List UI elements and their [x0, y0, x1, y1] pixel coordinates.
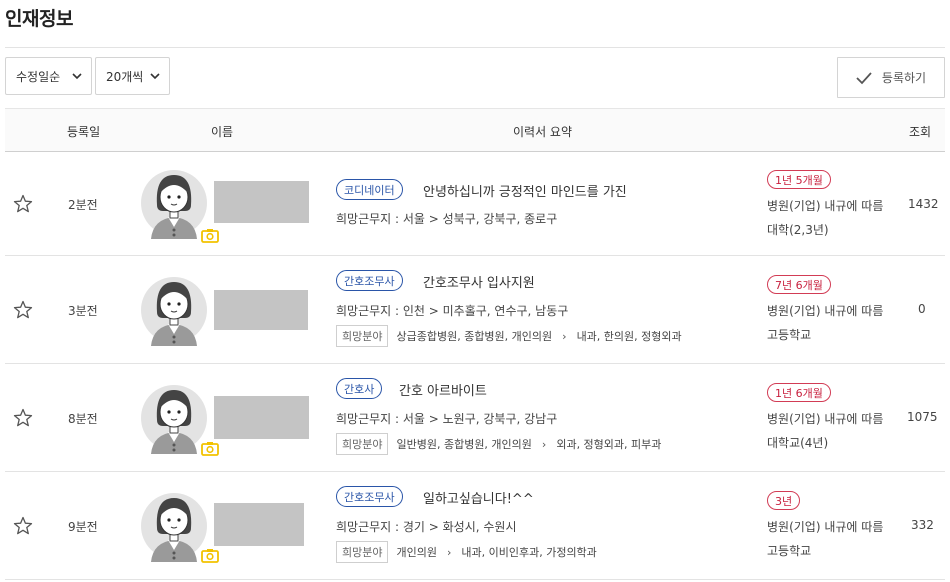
table-row[interactable]: 9분전 간호조무사 일하고싶습니다!^^ 희망근무지 : 경기 > 화성시, 수…: [5, 472, 945, 580]
view-count: 0: [918, 302, 926, 316]
desired-field: 희망분야 개인의원 › 내과, 이비인후과, 가정의학과: [336, 541, 597, 563]
name-placeholder: [214, 290, 308, 330]
career-badge: 3년: [767, 491, 801, 510]
arrow-right-icon: ›: [541, 437, 547, 451]
sort-select-value: 수정일순: [16, 69, 61, 84]
field-types: 개인의원: [396, 546, 437, 559]
avatar: [141, 493, 207, 562]
count-select-value: 20개씩: [106, 69, 144, 84]
field-types: 상급종합병원, 종합병원, 개인의원: [396, 330, 553, 343]
field-types: 일반병원, 종합병원, 개인의원: [396, 438, 532, 451]
table-header: 등록일 이름 이력서 요약 조회: [5, 108, 945, 152]
field-departments: 내과, 이비인후과, 가정의학과: [461, 546, 597, 559]
field-badge: 희망분야: [336, 325, 389, 347]
resume-headline[interactable]: 일하고싶습니다!^^: [423, 488, 534, 507]
career-badge: 1년 5개월: [767, 170, 831, 189]
page-title: 인재정보: [5, 8, 73, 30]
desired-field: 희망분야 상급종합병원, 종합병원, 개인의원 › 내과, 한의원, 정형외과: [336, 325, 682, 347]
title-divider: [5, 47, 945, 48]
avatar: [141, 277, 207, 346]
career-badge: 1년 6개월: [767, 383, 831, 402]
education-text: 대학교(4년): [767, 436, 829, 450]
star-icon[interactable]: [13, 300, 33, 320]
register-button-label: 등록하기: [881, 71, 927, 85]
camera-icon: [201, 549, 219, 563]
desired-location: 희망근무지 : 경기 > 화성시, 수원시: [336, 520, 517, 534]
field-departments: 외과, 정형외과, 피부과: [556, 438, 662, 451]
job-tag: 간호조무사: [336, 270, 403, 291]
view-count: 1432: [908, 197, 939, 211]
table-row[interactable]: 2분전 코디네이터 안녕하십니까 긍정적인 마인드를 가진 희망근무지 : 서울…: [5, 152, 945, 256]
check-icon: [856, 71, 872, 84]
star-icon[interactable]: [13, 194, 33, 214]
header-views: 조회: [909, 125, 932, 139]
registered-time: 2분전: [68, 198, 98, 212]
job-tag: 코디네이터: [336, 179, 403, 200]
registered-time: 8분전: [68, 412, 98, 426]
count-select[interactable]: 20개씩: [95, 57, 170, 95]
registered-time: 3분전: [68, 304, 98, 318]
avatar: [141, 170, 207, 239]
chevron-down-icon: [72, 73, 82, 80]
field-departments: 내과, 한의원, 정형외과: [576, 330, 682, 343]
view-count: 1075: [907, 410, 938, 424]
salary-text: 병원(기업) 내규에 따름: [767, 520, 884, 534]
job-tag: 간호조무사: [336, 486, 403, 507]
chevron-down-icon: [150, 73, 160, 80]
education-text: 고등학교: [767, 544, 812, 558]
salary-text: 병원(기업) 내규에 따름: [767, 304, 884, 318]
field-badge: 희망분야: [336, 541, 389, 563]
table-row[interactable]: 8분전 간호사 간호 아르바이트 희망근무지 : 서울 > 노원구, 강북구, …: [5, 364, 945, 472]
avatar: [141, 385, 207, 454]
name-placeholder: [214, 503, 304, 546]
arrow-right-icon: ›: [562, 329, 567, 343]
desired-location: 희망근무지 : 인천 > 미추홀구, 연수구, 남동구: [336, 304, 569, 318]
registered-time: 9분전: [68, 520, 98, 534]
education-text: 대학(2,3년): [767, 223, 829, 237]
register-button[interactable]: 등록하기: [837, 57, 945, 98]
salary-text: 병원(기업) 내규에 따름: [767, 412, 884, 426]
salary-text: 병원(기업) 내규에 따름: [767, 199, 884, 213]
arrow-right-icon: ›: [446, 545, 452, 559]
desired-location: 희망근무지 : 서울 > 노원구, 강북구, 강남구: [336, 412, 558, 426]
desired-field: 희망분야 일반병원, 종합병원, 개인의원 › 외과, 정형외과, 피부과: [336, 433, 661, 455]
camera-icon: [201, 229, 219, 243]
view-count: 332: [911, 518, 934, 532]
sort-select[interactable]: 수정일순: [5, 57, 92, 95]
resume-headline[interactable]: 간호조무사 입사지원: [423, 272, 535, 291]
career-badge: 7년 6개월: [767, 275, 831, 294]
name-placeholder: [214, 181, 309, 223]
header-date: 등록일: [67, 125, 101, 139]
name-placeholder: [214, 396, 309, 439]
header-summary: 이력서 요약: [513, 125, 573, 139]
education-text: 고등학교: [767, 328, 812, 342]
table-row[interactable]: 3분전 간호조무사 간호조무사 입사지원 희망근무지 : 인천 > 미추홀구, …: [5, 256, 945, 364]
field-badge: 희망분야: [336, 433, 389, 455]
star-icon[interactable]: [13, 516, 33, 536]
resume-headline[interactable]: 안녕하십니까 긍정적인 마인드를 가진: [423, 181, 627, 200]
desired-location: 희망근무지 : 서울 > 성북구, 강북구, 종로구: [336, 212, 558, 226]
resume-headline[interactable]: 간호 아르바이트: [399, 380, 487, 399]
camera-icon: [201, 442, 219, 456]
job-tag: 간호사: [336, 378, 383, 399]
header-name: 이름: [211, 125, 234, 139]
star-icon[interactable]: [13, 408, 33, 428]
